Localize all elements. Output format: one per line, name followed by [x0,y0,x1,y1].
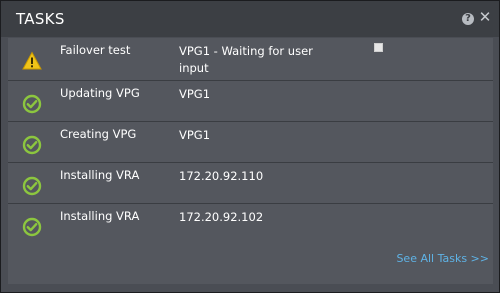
warning-icon [22,51,42,70]
check-circle-icon [22,176,42,196]
task-name: Failover test [60,43,131,57]
task-name: Creating VPG [60,127,137,141]
check-circle-icon [22,94,42,114]
task-name: Installing VRA [60,209,140,223]
task-row[interactable]: Installing VRA 172.20.92.102 [8,204,493,245]
task-row[interactable]: Creating VPG VPG1 [8,122,493,163]
tasks-panel: TASKS ? ✕ Failover test VPG1 - Waiting f… [0,0,500,293]
task-name: Updating VPG [60,86,140,100]
task-target: 172.20.92.110 [179,169,264,183]
task-name: Installing VRA [60,168,140,182]
task-target: VPG1 - Waiting for user input [179,44,313,75]
task-target: VPG1 [179,128,211,142]
panel-footer: See All Tasks >> [8,244,493,284]
panel-header: TASKS ? ✕ [1,1,499,37]
check-circle-icon [22,217,42,237]
close-icon[interactable]: ✕ [478,10,492,25]
task-row[interactable]: Failover test VPG1 - Waiting for user in… [8,38,493,81]
task-target: 172.20.92.102 [179,210,264,224]
task-target: VPG1 [179,87,211,101]
task-row[interactable]: Updating VPG VPG1 [8,81,493,122]
see-all-tasks-link[interactable]: See All Tasks >> [396,252,489,265]
check-circle-icon [22,135,42,155]
task-row[interactable]: Installing VRA 172.20.92.110 [8,163,493,204]
help-icon[interactable]: ? [462,13,474,25]
task-checkbox[interactable] [374,43,383,52]
task-list: Failover test VPG1 - Waiting for user in… [8,38,493,245]
panel-title: TASKS [16,10,65,28]
